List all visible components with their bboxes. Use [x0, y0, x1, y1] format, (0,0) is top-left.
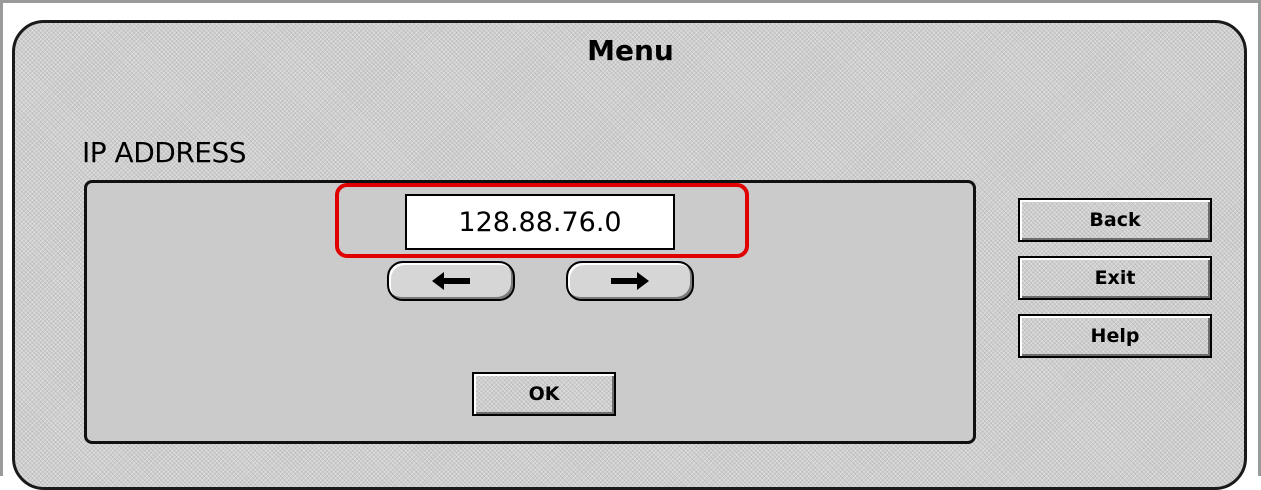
cursor-left-button[interactable]: [387, 261, 515, 301]
cursor-right-button[interactable]: [566, 261, 694, 301]
ok-button[interactable]: OK: [472, 372, 616, 416]
arrow-right-icon: [611, 266, 649, 296]
menu-title: Menu: [587, 34, 674, 67]
ip-field-highlight: [335, 183, 749, 258]
help-button[interactable]: Help: [1018, 314, 1212, 358]
back-button[interactable]: Back: [1018, 198, 1212, 242]
ip-address-label: IP ADDRESS: [82, 136, 247, 169]
exit-button[interactable]: Exit: [1018, 256, 1212, 300]
arrow-left-icon: [432, 266, 470, 296]
